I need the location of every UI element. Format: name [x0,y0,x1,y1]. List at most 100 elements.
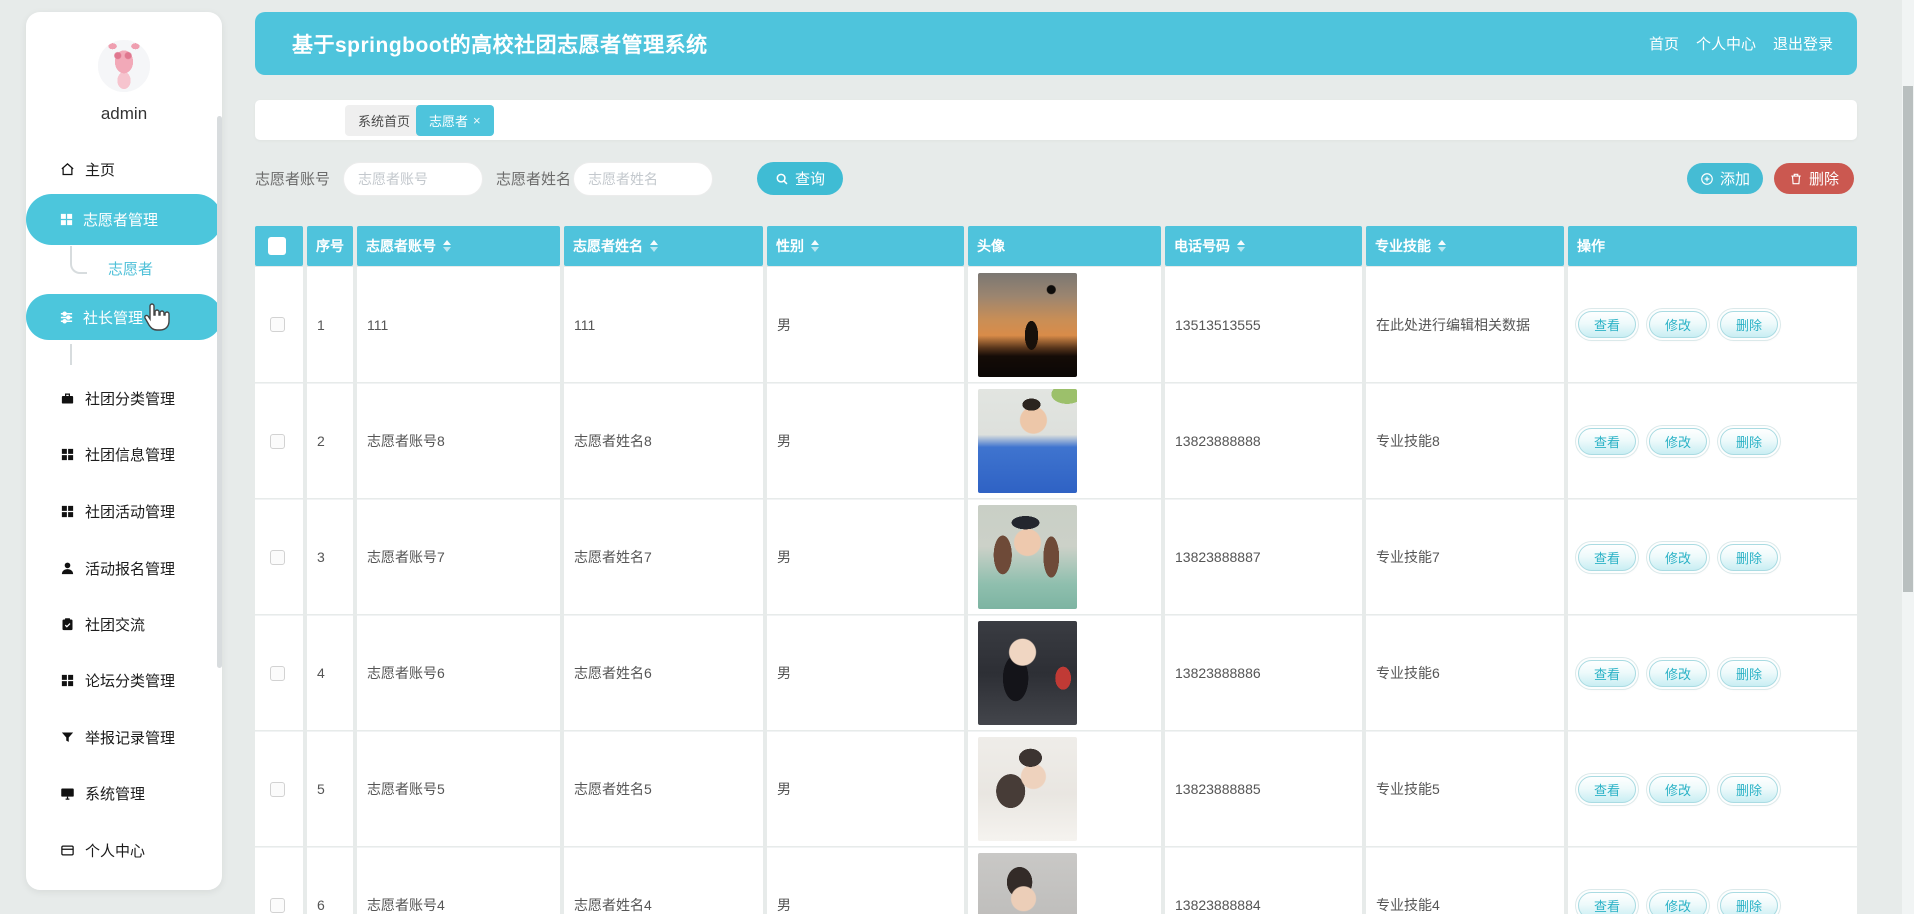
sort-arrows-icon[interactable] [811,240,819,252]
row-select-cell [255,615,303,730]
row-phone: 13823888888 [1165,383,1362,498]
row-account: 志愿者账号7 [357,499,560,614]
nav-logout-link[interactable]: 退出登录 [1773,33,1833,54]
edit-button[interactable]: 修改 [1649,775,1708,803]
page-title: 基于springboot的高校社团志愿者管理系统 [292,33,708,57]
row-phone: 13513513555 [1165,267,1362,382]
edit-button[interactable]: 修改 [1649,891,1708,914]
query-button[interactable]: 查询 [757,162,844,195]
row-select-cell [255,731,303,846]
row-actions: 查看 修改 删除 [1568,383,1857,498]
sort-arrows-icon[interactable] [650,240,658,252]
sidebar-item-label: 论坛分类管理 [85,672,176,690]
home-icon [61,162,74,175]
view-button[interactable]: 查看 [1578,543,1637,571]
avatar [98,40,150,92]
sidebar-item-president-management[interactable]: 社长管理 [26,294,222,340]
sidebar-item-label: 主页 [85,161,116,179]
view-button[interactable]: 查看 [1578,659,1637,687]
sidebar-item-label: 举报记录管理 [85,729,176,747]
view-button[interactable]: 查看 [1578,427,1637,455]
delete-row-button[interactable]: 删除 [1720,427,1779,455]
view-button[interactable]: 查看 [1578,775,1637,803]
name-filter-label: 志愿者姓名 [496,171,572,188]
sidebar-item-personal-center[interactable]: 个人中心 [60,836,145,864]
view-button[interactable]: 查看 [1578,891,1637,914]
nav-personal-center-link[interactable]: 个人中心 [1696,33,1756,54]
sidebar-item-club-info[interactable]: 社团信息管理 [60,440,175,468]
row-select-cell [255,499,303,614]
tab-label: 系统首页 [358,114,411,129]
tree-connector [70,246,87,274]
tree-connector [70,344,72,365]
row-account: 111 [357,267,560,382]
sidebar-scrollbar[interactable] [217,116,222,668]
nav-home-link[interactable]: 首页 [1649,33,1679,54]
query-button-label: 查询 [795,171,826,188]
grid-icon [61,505,74,517]
row-checkbox[interactable] [270,897,285,913]
tab-volunteer[interactable]: 志愿者 × [416,105,494,136]
row-name: 志愿者姓名4 [564,847,763,914]
row-checkbox[interactable] [270,433,285,449]
sidebar-item-forum-category[interactable]: 论坛分类管理 [60,666,175,694]
sidebar-item-club-activity[interactable]: 社团活动管理 [60,497,175,525]
sidebar-item-club-exchange[interactable]: 社团交流 [60,610,145,638]
header-gender[interactable]: 性别 [767,226,964,266]
row-checkbox[interactable] [270,549,285,565]
row-checkbox[interactable] [270,665,285,681]
username: admin [100,104,148,123]
edit-button[interactable]: 修改 [1649,543,1708,571]
tab-close-icon[interactable]: × [473,113,481,128]
row-phone: 13823888884 [1165,847,1362,914]
delete-row-button[interactable]: 删除 [1720,775,1779,803]
row-name: 志愿者姓名8 [564,383,763,498]
header-skill[interactable]: 专业技能 [1366,226,1564,266]
sort-arrows-icon[interactable] [1438,240,1446,252]
header-name[interactable]: 志愿者姓名 [564,226,763,266]
row-phone: 13823888886 [1165,615,1362,730]
row-gender: 男 [767,499,964,614]
row-account: 志愿者账号4 [357,847,560,914]
view-button[interactable]: 查看 [1578,311,1637,338]
sort-arrows-icon[interactable] [443,240,451,252]
search-icon [776,173,788,184]
sidebar-item-club-category[interactable]: 社团分类管理 [60,384,175,412]
tab-system-home[interactable]: 系统首页 [345,105,424,136]
delete-row-button[interactable]: 删除 [1720,311,1779,338]
select-all-checkbox[interactable] [268,237,286,255]
delete-row-button[interactable]: 删除 [1720,891,1779,914]
app-window: admin 主页 志愿者管理 志愿者 社长管理 社团分类管理 社团信息管理 社团… [0,0,1914,914]
sidebar-item-home[interactable]: 主页 [60,155,115,183]
header-phone[interactable]: 电话号码 [1165,226,1362,266]
row-account: 志愿者账号8 [357,383,560,498]
add-button[interactable]: 添加 [1687,163,1763,194]
header-index[interactable]: 序号 [307,226,353,266]
delete-row-button[interactable]: 删除 [1720,659,1779,687]
header-account[interactable]: 志愿者账号 [357,226,560,266]
delete-row-button[interactable]: 删除 [1720,543,1779,571]
row-name: 111 [564,267,763,382]
row-avatar-cell [968,731,1161,846]
sidebar-subitem-volunteer[interactable]: 志愿者 [108,255,153,281]
edit-button[interactable]: 修改 [1649,427,1708,455]
row-index: 6 [307,847,353,914]
card-icon [61,845,74,855]
sidebar-item-system-management[interactable]: 系统管理 [60,779,145,807]
row-checkbox[interactable] [270,317,285,332]
table-row: 3 志愿者账号7 志愿者姓名7 男 13823888887 专业技能7 查看 修… [255,499,1857,614]
row-checkbox[interactable] [270,781,285,797]
sidebar-item-volunteer-management[interactable]: 志愿者管理 [26,194,222,245]
sort-arrows-icon[interactable] [1237,240,1245,252]
sidebar-item-report-records[interactable]: 举报记录管理 [60,723,175,751]
edit-button[interactable]: 修改 [1649,659,1708,687]
account-filter-input[interactable] [343,161,484,196]
sidebar-item-activity-signup[interactable]: 活动报名管理 [60,554,175,582]
volunteer-photo [978,853,1077,914]
row-gender: 男 [767,383,964,498]
name-filter-input[interactable] [573,161,714,196]
edit-button[interactable]: 修改 [1649,311,1708,338]
row-name: 志愿者姓名5 [564,731,763,846]
page-scrollbar-thumb[interactable] [1903,86,1913,592]
delete-button[interactable]: 删除 [1774,163,1854,194]
